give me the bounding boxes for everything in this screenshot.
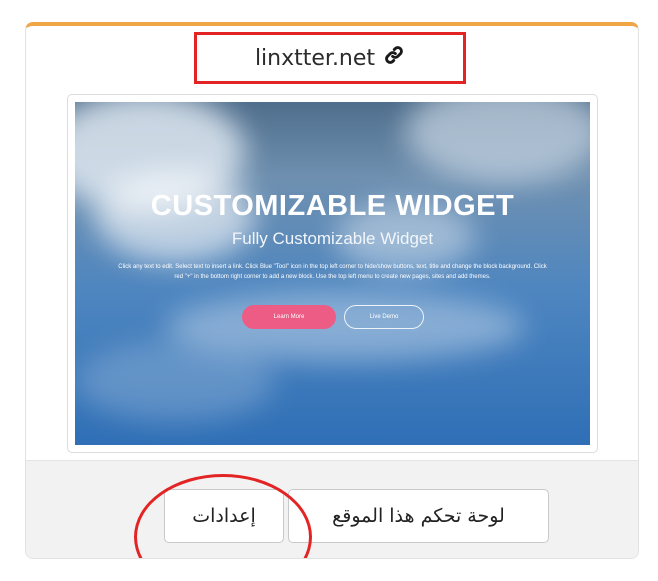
preview-live-demo-button: Live Demo (344, 305, 424, 329)
site-domain-link[interactable]: linxtter.net (194, 32, 466, 84)
preview-title: CUSTOMIZABLE WIDGET (150, 190, 515, 222)
preview-learn-more-button: Learn More (242, 305, 336, 329)
site-card: linxtter.net CUSTOMIZABLE WIDGET Fully C… (25, 22, 639, 559)
site-domain-text: linxtter.net (254, 45, 376, 71)
preview-image: CUSTOMIZABLE WIDGET Fully Customizable W… (75, 102, 590, 445)
settings-label: إعدادات (192, 505, 256, 527)
preview-subtitle: Fully Customizable Widget (231, 229, 434, 248)
preview-description: Click any text to edit. Select text to i… (118, 264, 547, 280)
site-preview-thumbnail[interactable]: CUSTOMIZABLE WIDGET Fully Customizable W… (67, 94, 598, 453)
settings-button[interactable]: إعدادات (164, 489, 284, 543)
site-dashboard-label: لوحة تحكم هذا الموقع (332, 505, 505, 527)
site-dashboard-button[interactable]: لوحة تحكم هذا الموقع (288, 489, 549, 543)
link-icon (383, 44, 405, 72)
